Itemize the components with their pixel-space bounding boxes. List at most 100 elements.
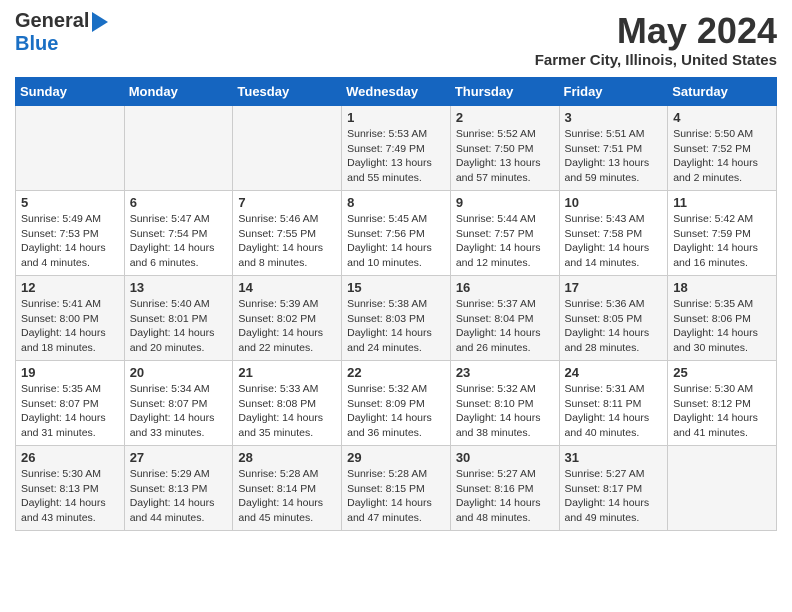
calendar-cell: 20 Sunrise: 5:34 AMSunset: 8:07 PMDayligh… — [124, 361, 233, 446]
day-info: Sunrise: 5:34 AMSunset: 8:07 PMDaylight:… — [130, 382, 228, 441]
day-number: 4 — [673, 110, 771, 125]
day-info: Sunrise: 5:43 AMSunset: 7:58 PMDaylight:… — [565, 212, 663, 271]
calendar-cell: 5 Sunrise: 5:49 AMSunset: 7:53 PMDaylight… — [16, 191, 125, 276]
calendar-week-row: 26Sunrise: 5:30 AMSunset: 8:13 PMDayligh… — [16, 446, 777, 531]
day-info: Sunrise: 5:38 AMSunset: 8:03 PMDaylight:… — [347, 297, 445, 356]
weekday-header-friday: Friday — [559, 78, 668, 106]
day-info: Sunrise: 5:30 AMSunset: 8:12 PMDaylight:… — [673, 382, 771, 441]
day-info: Sunrise: 5:33 AMSunset: 8:08 PMDaylight:… — [238, 382, 336, 441]
calendar-cell: 2 Sunrise: 5:52 AMSunset: 7:50 PMDaylight… — [450, 106, 559, 191]
day-info: Sunrise: 5:44 AMSunset: 7:57 PMDaylight:… — [456, 212, 554, 271]
day-info: Sunrise: 5:30 AMSunset: 8:13 PMDaylight:… — [21, 467, 119, 526]
day-number: 25 — [673, 365, 771, 380]
calendar-cell: 14Sunrise: 5:39 AMSunset: 8:02 PMDayligh… — [233, 276, 342, 361]
day-info: Sunrise: 5:31 AMSunset: 8:11 PMDaylight:… — [565, 382, 663, 441]
day-info: Sunrise: 5:29 AMSunset: 8:13 PMDaylight:… — [130, 467, 228, 526]
calendar-cell: 1 Sunrise: 5:53 AMSunset: 7:49 PMDaylight… — [342, 106, 451, 191]
day-info: Sunrise: 5:52 AMSunset: 7:50 PMDaylight:… — [456, 127, 554, 186]
day-info: Sunrise: 5:51 AMSunset: 7:51 PMDaylight:… — [565, 127, 663, 186]
calendar-cell: 10 Sunrise: 5:43 AMSunset: 7:58 PMDayligh… — [559, 191, 668, 276]
calendar-cell: 27 Sunrise: 5:29 AMSunset: 8:13 PMDayligh… — [124, 446, 233, 531]
day-info: Sunrise: 5:35 AMSunset: 8:07 PMDaylight:… — [21, 382, 119, 441]
logo-arrow-icon — [92, 12, 108, 32]
calendar-cell: 3 Sunrise: 5:51 AMSunset: 7:51 PMDaylight… — [559, 106, 668, 191]
day-number: 29 — [347, 450, 445, 465]
day-info: Sunrise: 5:35 AMSunset: 8:06 PMDaylight:… — [673, 297, 771, 356]
calendar-cell: 15 Sunrise: 5:38 AMSunset: 8:03 PMDayligh… — [342, 276, 451, 361]
weekday-header-row: SundayMondayTuesdayWednesdayThursdayFrid… — [16, 78, 777, 106]
calendar-cell: 24 Sunrise: 5:31 AMSunset: 8:11 PMDayligh… — [559, 361, 668, 446]
calendar-cell: 29 Sunrise: 5:28 AMSunset: 8:15 PMDayligh… — [342, 446, 451, 531]
calendar-cell: 28Sunrise: 5:28 AMSunset: 8:14 PMDayligh… — [233, 446, 342, 531]
calendar-cell: 9 Sunrise: 5:44 AMSunset: 7:57 PMDaylight… — [450, 191, 559, 276]
calendar-cell: 23 Sunrise: 5:32 AMSunset: 8:10 PMDayligh… — [450, 361, 559, 446]
day-number: 30 — [456, 450, 554, 465]
calendar-cell — [668, 446, 777, 531]
day-info: Sunrise: 5:42 AMSunset: 7:59 PMDaylight:… — [673, 212, 771, 271]
calendar-cell: 7 Sunrise: 5:46 AMSunset: 7:55 PMDaylight… — [233, 191, 342, 276]
day-info: Sunrise: 5:36 AMSunset: 8:05 PMDaylight:… — [565, 297, 663, 356]
calendar-cell: 8Sunrise: 5:45 AMSunset: 7:56 PMDaylight… — [342, 191, 451, 276]
day-number: 7 — [238, 195, 336, 210]
day-number: 11 — [673, 195, 771, 210]
day-number: 22 — [347, 365, 445, 380]
day-info: Sunrise: 5:32 AMSunset: 8:10 PMDaylight:… — [456, 382, 554, 441]
calendar-cell: 4 Sunrise: 5:50 AMSunset: 7:52 PMDaylight… — [668, 106, 777, 191]
month-title: May 2024 — [535, 10, 777, 52]
day-number: 15 — [347, 280, 445, 295]
day-info: Sunrise: 5:50 AMSunset: 7:52 PMDaylight:… — [673, 127, 771, 186]
calendar-week-row: 19 Sunrise: 5:35 AMSunset: 8:07 PMDayligh… — [16, 361, 777, 446]
day-number: 31 — [565, 450, 663, 465]
day-number: 9 — [456, 195, 554, 210]
calendar-cell — [124, 106, 233, 191]
day-number: 18 — [673, 280, 771, 295]
day-number: 10 — [565, 195, 663, 210]
calendar-cell: 12 Sunrise: 5:41 AMSunset: 8:00 PMDayligh… — [16, 276, 125, 361]
day-number: 14 — [238, 280, 336, 295]
day-number: 2 — [456, 110, 554, 125]
calendar-table: SundayMondayTuesdayWednesdayThursdayFrid… — [15, 77, 777, 531]
weekday-header-wednesday: Wednesday — [342, 78, 451, 106]
day-info: Sunrise: 5:53 AMSunset: 7:49 PMDaylight:… — [347, 127, 445, 186]
day-number: 28 — [238, 450, 336, 465]
day-number: 16 — [456, 280, 554, 295]
day-number: 12 — [21, 280, 119, 295]
weekday-header-saturday: Saturday — [668, 78, 777, 106]
day-number: 17 — [565, 280, 663, 295]
day-number: 20 — [130, 365, 228, 380]
calendar-week-row: 1 Sunrise: 5:53 AMSunset: 7:49 PMDaylight… — [16, 106, 777, 191]
calendar-cell — [16, 106, 125, 191]
calendar-cell: 11 Sunrise: 5:42 AMSunset: 7:59 PMDayligh… — [668, 191, 777, 276]
day-info: Sunrise: 5:41 AMSunset: 8:00 PMDaylight:… — [21, 297, 119, 356]
day-number: 1 — [347, 110, 445, 125]
logo-general: General — [15, 10, 89, 33]
day-number: 19 — [21, 365, 119, 380]
calendar-week-row: 12 Sunrise: 5:41 AMSunset: 8:00 PMDayligh… — [16, 276, 777, 361]
day-info: Sunrise: 5:40 AMSunset: 8:01 PMDaylight:… — [130, 297, 228, 356]
calendar-cell: 26Sunrise: 5:30 AMSunset: 8:13 PMDayligh… — [16, 446, 125, 531]
day-number: 3 — [565, 110, 663, 125]
day-number: 21 — [238, 365, 336, 380]
page-header: General Blue May 2024 Farmer City, Illin… — [15, 10, 777, 69]
day-number: 27 — [130, 450, 228, 465]
calendar-cell: 16 Sunrise: 5:37 AMSunset: 8:04 PMDayligh… — [450, 276, 559, 361]
day-number: 13 — [130, 280, 228, 295]
calendar-cell: 22Sunrise: 5:32 AMSunset: 8:09 PMDayligh… — [342, 361, 451, 446]
day-info: Sunrise: 5:27 AMSunset: 8:17 PMDaylight:… — [565, 467, 663, 526]
day-info: Sunrise: 5:37 AMSunset: 8:04 PMDaylight:… — [456, 297, 554, 356]
calendar-cell: 30 Sunrise: 5:27 AMSunset: 8:16 PMDayligh… — [450, 446, 559, 531]
day-info: Sunrise: 5:27 AMSunset: 8:16 PMDaylight:… — [456, 467, 554, 526]
day-info: Sunrise: 5:28 AMSunset: 8:15 PMDaylight:… — [347, 467, 445, 526]
calendar-week-row: 5 Sunrise: 5:49 AMSunset: 7:53 PMDaylight… — [16, 191, 777, 276]
calendar-cell: 18 Sunrise: 5:35 AMSunset: 8:06 PMDayligh… — [668, 276, 777, 361]
day-info: Sunrise: 5:49 AMSunset: 7:53 PMDaylight:… — [21, 212, 119, 271]
weekday-header-thursday: Thursday — [450, 78, 559, 106]
day-number: 24 — [565, 365, 663, 380]
day-info: Sunrise: 5:46 AMSunset: 7:55 PMDaylight:… — [238, 212, 336, 271]
calendar-cell: 13 Sunrise: 5:40 AMSunset: 8:01 PMDayligh… — [124, 276, 233, 361]
title-area: May 2024 Farmer City, Illinois, United S… — [535, 10, 777, 69]
day-number: 23 — [456, 365, 554, 380]
day-number: 5 — [21, 195, 119, 210]
calendar-cell: 6Sunrise: 5:47 AMSunset: 7:54 PMDaylight… — [124, 191, 233, 276]
logo: General Blue — [15, 10, 108, 56]
